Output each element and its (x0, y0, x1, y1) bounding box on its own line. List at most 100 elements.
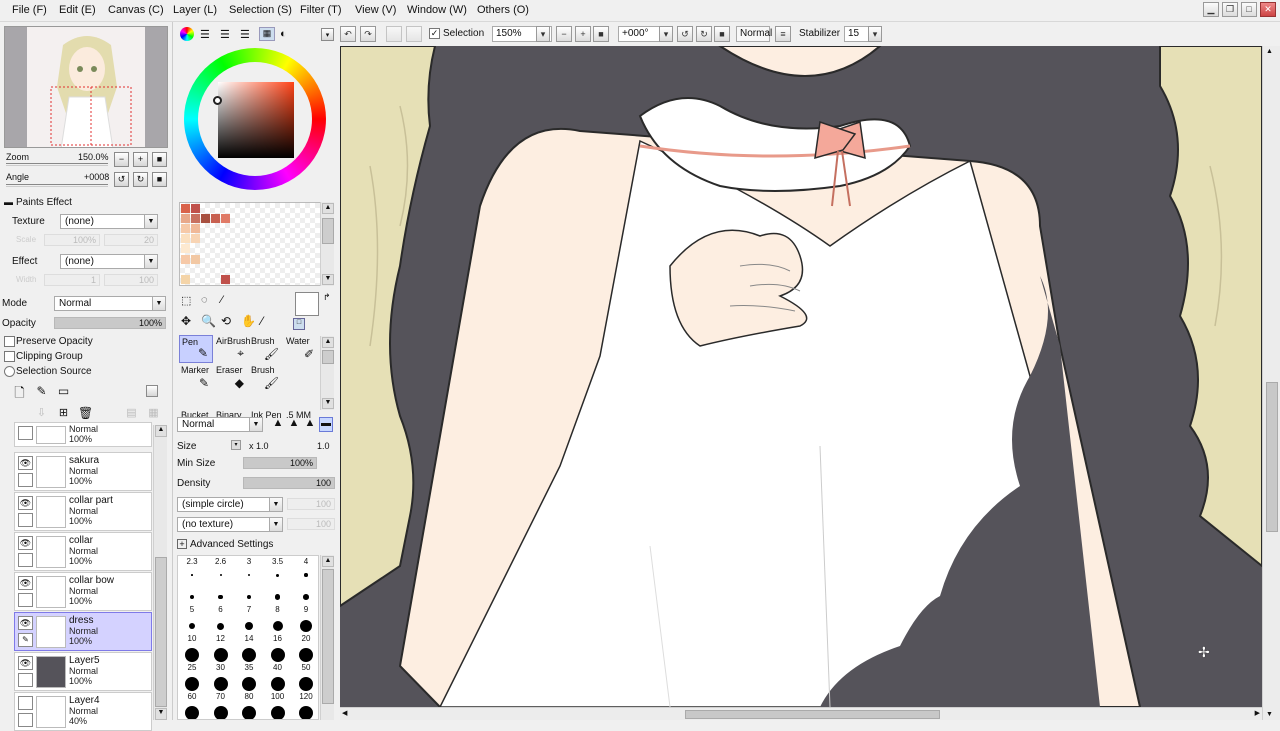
swatch[interactable] (181, 275, 190, 284)
swatch[interactable] (191, 224, 200, 233)
scroll-down-icon[interactable]: ▼ (322, 274, 334, 285)
brush-size-option[interactable]: 350 (292, 701, 318, 719)
brush-size-scrollbar[interactable]: ▲ (320, 555, 334, 720)
swatch[interactable] (181, 234, 190, 243)
menu-canvas[interactable]: Canvas (C) (108, 4, 164, 16)
scroll-down-icon[interactable]: ▼ (1266, 711, 1273, 718)
brush-size-option[interactable]: 3 (235, 556, 263, 585)
horizontal-scroll-thumb[interactable] (685, 710, 940, 719)
menu-filter[interactable]: Filter (T) (300, 4, 342, 16)
close-icon[interactable]: ✕ (1260, 2, 1276, 17)
layer-row[interactable]: 👁 collar Normal 100% (14, 532, 152, 571)
tool-brush[interactable]: Brush 🖌 (249, 335, 283, 363)
swatch[interactable] (191, 214, 200, 223)
eye-icon[interactable]: 👁 (18, 616, 33, 630)
vertical-scroll-thumb[interactable] (1266, 382, 1278, 532)
layer-row[interactable]: 👁 sakura Normal 100% (14, 452, 152, 491)
eye-icon[interactable] (18, 426, 33, 440)
brush-size-option[interactable]: 250 (235, 701, 263, 719)
swatch[interactable] (221, 275, 230, 284)
lasso-icon[interactable]: ◌ (201, 294, 208, 306)
brush-size-option[interactable]: 70 (207, 672, 235, 701)
layer-settings-icon[interactable]: ▦ (146, 406, 161, 421)
brush-size-option[interactable]: 50 (292, 643, 318, 672)
hsv-slider-tab-icon[interactable]: ☰ (220, 28, 230, 41)
tool-marker[interactable]: Marker ✎ (179, 364, 213, 392)
swatch[interactable] (181, 204, 190, 213)
brush-size-option[interactable]: 2.6 (207, 556, 235, 585)
swatch-scroll-thumb[interactable] (322, 218, 334, 244)
swatch[interactable] (181, 255, 190, 264)
tool-eraser[interactable]: Eraser ◆ (214, 364, 248, 392)
flip-icon[interactable]: ≡ (775, 26, 791, 42)
eye-icon[interactable] (18, 696, 33, 710)
menu-window[interactable]: Window (W) (407, 4, 467, 16)
brush-size-option[interactable]: 40 (264, 643, 292, 672)
preserve-opacity-checkbox[interactable] (4, 336, 15, 347)
eyedropper-icon[interactable]: ⁄ (261, 314, 263, 328)
eye-icon[interactable]: 👁 (18, 496, 33, 510)
deselect-icon[interactable] (386, 26, 402, 42)
invert-selection-icon[interactable] (406, 26, 422, 42)
minimize-icon[interactable]: ▁ (1203, 2, 1219, 17)
layer-row[interactable]: Normal 100% (14, 422, 152, 447)
stabilizer-dropdown-icon[interactable]: ▾ (868, 26, 882, 42)
rotate-right-icon[interactable]: ↻ (696, 26, 712, 42)
tool-brush[interactable]: Brush 🖌 (249, 364, 283, 392)
rgb-slider-tab-icon[interactable]: ☰ (200, 28, 210, 41)
color-mixer-tab-icon[interactable]: ☰ (240, 28, 250, 41)
scroll-up-icon[interactable]: ▲ (322, 203, 334, 214)
angle-field[interactable]: +000° (618, 26, 664, 42)
layer-row[interactable]: 👁 collar part Normal 100% (14, 492, 152, 531)
brush-size-option[interactable]: 4 (292, 556, 318, 585)
brush-size-option[interactable]: 5 (178, 585, 206, 614)
layer-panel-toggle-icon[interactable] (146, 385, 158, 397)
primary-color[interactable] (295, 292, 319, 316)
advanced-settings-label[interactable]: Advanced Settings (190, 539, 273, 550)
menu-others[interactable]: Others (O) (477, 4, 529, 16)
zoom-slider[interactable] (6, 163, 108, 166)
scroll-up-icon[interactable]: ▲ (155, 425, 167, 437)
tool-water[interactable]: Water ✐ (284, 335, 318, 363)
brush-size-option[interactable]: 120 (292, 672, 318, 701)
layer-lock-icon[interactable] (18, 473, 33, 487)
merge-down-icon[interactable]: ⊞ (56, 406, 71, 421)
swatch[interactable] (211, 214, 220, 223)
brush-size-option[interactable]: 3.5 (264, 556, 292, 585)
brush-size-option[interactable]: 7 (235, 585, 263, 614)
brush-shape-select[interactable]: (simple circle) ▼ (177, 497, 283, 512)
effect-select[interactable]: (none) ▼ (60, 254, 158, 269)
layer-lock-icon[interactable] (18, 513, 33, 527)
hue-ring[interactable] (184, 48, 326, 190)
selection-source-radio[interactable] (4, 366, 15, 377)
eye-icon[interactable]: 👁 (18, 656, 33, 670)
swatch-tab-icon[interactable]: ▦ (259, 27, 275, 41)
tool-slot[interactable] (284, 364, 318, 392)
brush-size-option[interactable]: 35 (235, 643, 263, 672)
brush-size-option[interactable]: 14 (235, 614, 263, 643)
eye-icon[interactable]: 👁 (18, 576, 33, 590)
brush-size-option[interactable]: 300 (264, 701, 292, 719)
brush-size-option[interactable]: 80 (235, 672, 263, 701)
tool-pen[interactable]: Pen ✎ (179, 335, 213, 363)
drawing-canvas[interactable]: ✢ (340, 46, 1262, 707)
layer-mode-select[interactable]: Normal ▼ (54, 296, 166, 311)
brush-size-option[interactable]: 6 (207, 585, 235, 614)
menu-edit[interactable]: Edit (E) (59, 4, 96, 16)
menu-selection[interactable]: Selection (S) (229, 4, 292, 16)
menu-file[interactable]: File (F) (12, 4, 47, 16)
scroll-down-icon[interactable]: ▼ (322, 398, 334, 409)
edge-hard-icon[interactable]: ▲ (303, 417, 317, 432)
nav-zoom-out-icon[interactable]: − (114, 152, 129, 167)
layer-scroll-thumb[interactable] (155, 557, 167, 707)
brush-size-option[interactable]: 9 (292, 585, 318, 614)
zoom-reset-icon[interactable]: ■ (593, 26, 609, 42)
swatch[interactable] (191, 204, 200, 213)
panel-menu-icon[interactable]: ▾ (321, 28, 334, 41)
brush-size-option[interactable]: 25 (178, 643, 206, 672)
layer-lock-icon[interactable]: ✎ (18, 633, 33, 647)
layer-list-scrollbar[interactable]: ▲ ▼ (153, 425, 167, 720)
opacity-slider[interactable]: 100% (54, 317, 166, 329)
brush-size-option[interactable]: 12 (207, 614, 235, 643)
swap-colors-icon[interactable]: ↱ (323, 292, 331, 303)
